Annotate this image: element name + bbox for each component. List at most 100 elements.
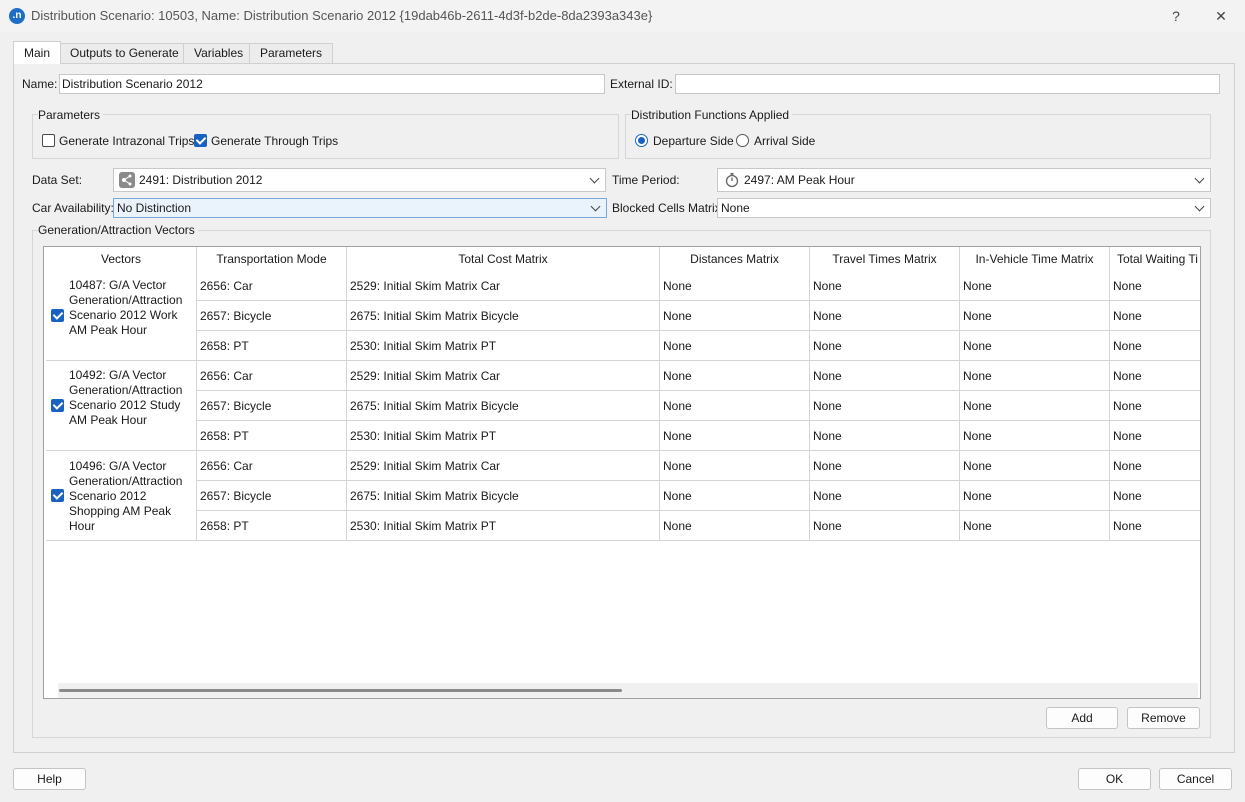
column-header[interactable]: Vectors bbox=[46, 247, 197, 271]
table-cell[interactable]: None bbox=[1110, 391, 1200, 421]
table-cell[interactable]: 2529: Initial Skim Matrix Car bbox=[347, 271, 660, 301]
table-cell[interactable]: 2675: Initial Skim Matrix Bicycle bbox=[347, 301, 660, 331]
vector-checkbox[interactable] bbox=[51, 309, 64, 322]
vector-label: 10487: G/A Vector Generation/Attraction … bbox=[69, 278, 183, 337]
parameters-group-title: Parameters bbox=[38, 108, 104, 122]
table-cell[interactable]: None bbox=[1110, 301, 1200, 331]
table-cell[interactable]: 2656: Car bbox=[197, 361, 347, 391]
table-cell[interactable]: 2658: PT bbox=[197, 421, 347, 451]
table-cell[interactable]: None bbox=[660, 361, 810, 391]
window-title: Distribution Scenario: 10503, Name: Dist… bbox=[31, 8, 653, 23]
table-cell[interactable]: None bbox=[960, 451, 1110, 481]
table-cell[interactable]: None bbox=[960, 301, 1110, 331]
table-cell[interactable]: None bbox=[960, 271, 1110, 301]
table-cell[interactable]: None bbox=[810, 481, 960, 511]
table-cell[interactable]: 2657: Bicycle bbox=[197, 301, 347, 331]
table-cell[interactable]: None bbox=[810, 361, 960, 391]
vector-checkbox[interactable] bbox=[51, 489, 64, 502]
table-cell[interactable]: None bbox=[960, 361, 1110, 391]
table-cell[interactable]: None bbox=[810, 511, 960, 541]
table-cell[interactable]: 2657: Bicycle bbox=[197, 481, 347, 511]
table-cell[interactable]: None bbox=[960, 391, 1110, 421]
table-cell[interactable]: None bbox=[660, 391, 810, 421]
table-cell[interactable]: None bbox=[960, 421, 1110, 451]
data-set-value: 2491: Distribution 2012 bbox=[139, 173, 263, 187]
tab-variables[interactable]: Variables bbox=[183, 43, 255, 63]
table-cell[interactable]: None bbox=[660, 451, 810, 481]
name-field[interactable]: Distribution Scenario 2012 bbox=[59, 74, 605, 94]
column-header[interactable]: In-Vehicle Time Matrix bbox=[960, 247, 1110, 271]
table-cell[interactable]: None bbox=[1110, 361, 1200, 391]
tab-parameters[interactable]: Parameters bbox=[249, 43, 334, 63]
vector-cell: 10487: G/A Vector Generation/Attraction … bbox=[46, 271, 197, 361]
table-cell[interactable]: None bbox=[660, 301, 810, 331]
add-button[interactable]: Add bbox=[1046, 707, 1118, 729]
intrazonal-checkbox[interactable] bbox=[42, 134, 55, 147]
table-cell[interactable]: 2529: Initial Skim Matrix Car bbox=[347, 451, 660, 481]
table-cell[interactable]: 2529: Initial Skim Matrix Car bbox=[347, 361, 660, 391]
help-icon[interactable]: ? bbox=[1161, 4, 1191, 28]
table-cell[interactable]: None bbox=[810, 391, 960, 421]
table-cell[interactable]: None bbox=[1110, 481, 1200, 511]
close-icon[interactable]: ✕ bbox=[1206, 4, 1236, 28]
car-availability-select[interactable]: No Distinction bbox=[113, 198, 607, 218]
table-cell[interactable]: None bbox=[660, 511, 810, 541]
tab-outputs-to-generate[interactable]: Outputs to Generate bbox=[59, 43, 190, 63]
blocked-cells-select[interactable]: None bbox=[717, 198, 1211, 218]
through-trips-checkbox[interactable] bbox=[194, 134, 207, 147]
table-cell[interactable]: None bbox=[660, 271, 810, 301]
table-cell[interactable]: None bbox=[1110, 421, 1200, 451]
cancel-button[interactable]: Cancel bbox=[1159, 768, 1232, 790]
table-cell[interactable]: None bbox=[660, 331, 810, 361]
table-cell[interactable]: None bbox=[960, 511, 1110, 541]
arrival-side-radio[interactable] bbox=[736, 134, 749, 147]
table-cell[interactable]: 2675: Initial Skim Matrix Bicycle bbox=[347, 481, 660, 511]
table-cell[interactable]: 2656: Car bbox=[197, 271, 347, 301]
help-button[interactable]: Help bbox=[13, 768, 86, 790]
ga-vectors-grid[interactable]: Vectors Transportation Mode Total Cost M… bbox=[43, 246, 1201, 699]
horizontal-scrollbar-thumb[interactable] bbox=[59, 689, 622, 692]
column-header[interactable]: Travel Times Matrix bbox=[810, 247, 960, 271]
remove-button[interactable]: Remove bbox=[1127, 707, 1200, 729]
table-cell[interactable]: 2658: PT bbox=[197, 331, 347, 361]
column-header[interactable]: Distances Matrix bbox=[660, 247, 810, 271]
table-cell[interactable]: None bbox=[1110, 331, 1200, 361]
table-cell[interactable]: None bbox=[810, 301, 960, 331]
table-cell[interactable]: 2530: Initial Skim Matrix PT bbox=[347, 421, 660, 451]
through-trips-label: Generate Through Trips bbox=[211, 134, 339, 148]
table-cell[interactable]: None bbox=[660, 421, 810, 451]
distribution-functions-title: Distribution Functions Applied bbox=[631, 108, 793, 122]
table-cell[interactable]: 2657: Bicycle bbox=[197, 391, 347, 421]
column-header[interactable]: Total Cost Matrix bbox=[347, 247, 660, 271]
table-cell[interactable]: None bbox=[1110, 451, 1200, 481]
vector-cell: 10496: G/A Vector Generation/Attraction … bbox=[46, 451, 197, 541]
table-cell[interactable]: None bbox=[660, 481, 810, 511]
table-cell[interactable]: None bbox=[1110, 271, 1200, 301]
table-cell[interactable]: None bbox=[810, 331, 960, 361]
table-cell[interactable]: 2675: Initial Skim Matrix Bicycle bbox=[347, 391, 660, 421]
vector-checkbox[interactable] bbox=[51, 399, 64, 412]
table-cell[interactable]: None bbox=[810, 421, 960, 451]
chevron-down-icon bbox=[1194, 169, 1206, 191]
table-cell[interactable]: None bbox=[810, 271, 960, 301]
table-cell[interactable]: None bbox=[810, 451, 960, 481]
departure-side-radio[interactable] bbox=[635, 134, 648, 147]
ga-vectors-title: Generation/Attraction Vectors bbox=[38, 223, 198, 237]
table-cell[interactable]: 2530: Initial Skim Matrix PT bbox=[347, 331, 660, 361]
table-cell[interactable]: 2530: Initial Skim Matrix PT bbox=[347, 511, 660, 541]
data-set-select[interactable]: 2491: Distribution 2012 bbox=[113, 168, 606, 192]
table-cell[interactable]: 2658: PT bbox=[197, 511, 347, 541]
column-header[interactable]: Total Waiting Ti bbox=[1110, 247, 1200, 271]
chevron-down-icon bbox=[1194, 199, 1206, 217]
external-id-field[interactable] bbox=[675, 74, 1220, 94]
ok-button[interactable]: OK bbox=[1078, 768, 1151, 790]
table-cell[interactable]: None bbox=[960, 331, 1110, 361]
time-period-select[interactable]: 2497: AM Peak Hour bbox=[717, 168, 1211, 192]
table-cell[interactable]: None bbox=[1110, 511, 1200, 541]
table-cell[interactable]: 2656: Car bbox=[197, 451, 347, 481]
table-cell[interactable]: None bbox=[960, 481, 1110, 511]
departure-side-label: Departure Side bbox=[653, 134, 734, 148]
car-availability-value: No Distinction bbox=[117, 201, 192, 215]
column-header[interactable]: Transportation Mode bbox=[197, 247, 347, 271]
tab-main[interactable]: Main bbox=[13, 41, 62, 64]
